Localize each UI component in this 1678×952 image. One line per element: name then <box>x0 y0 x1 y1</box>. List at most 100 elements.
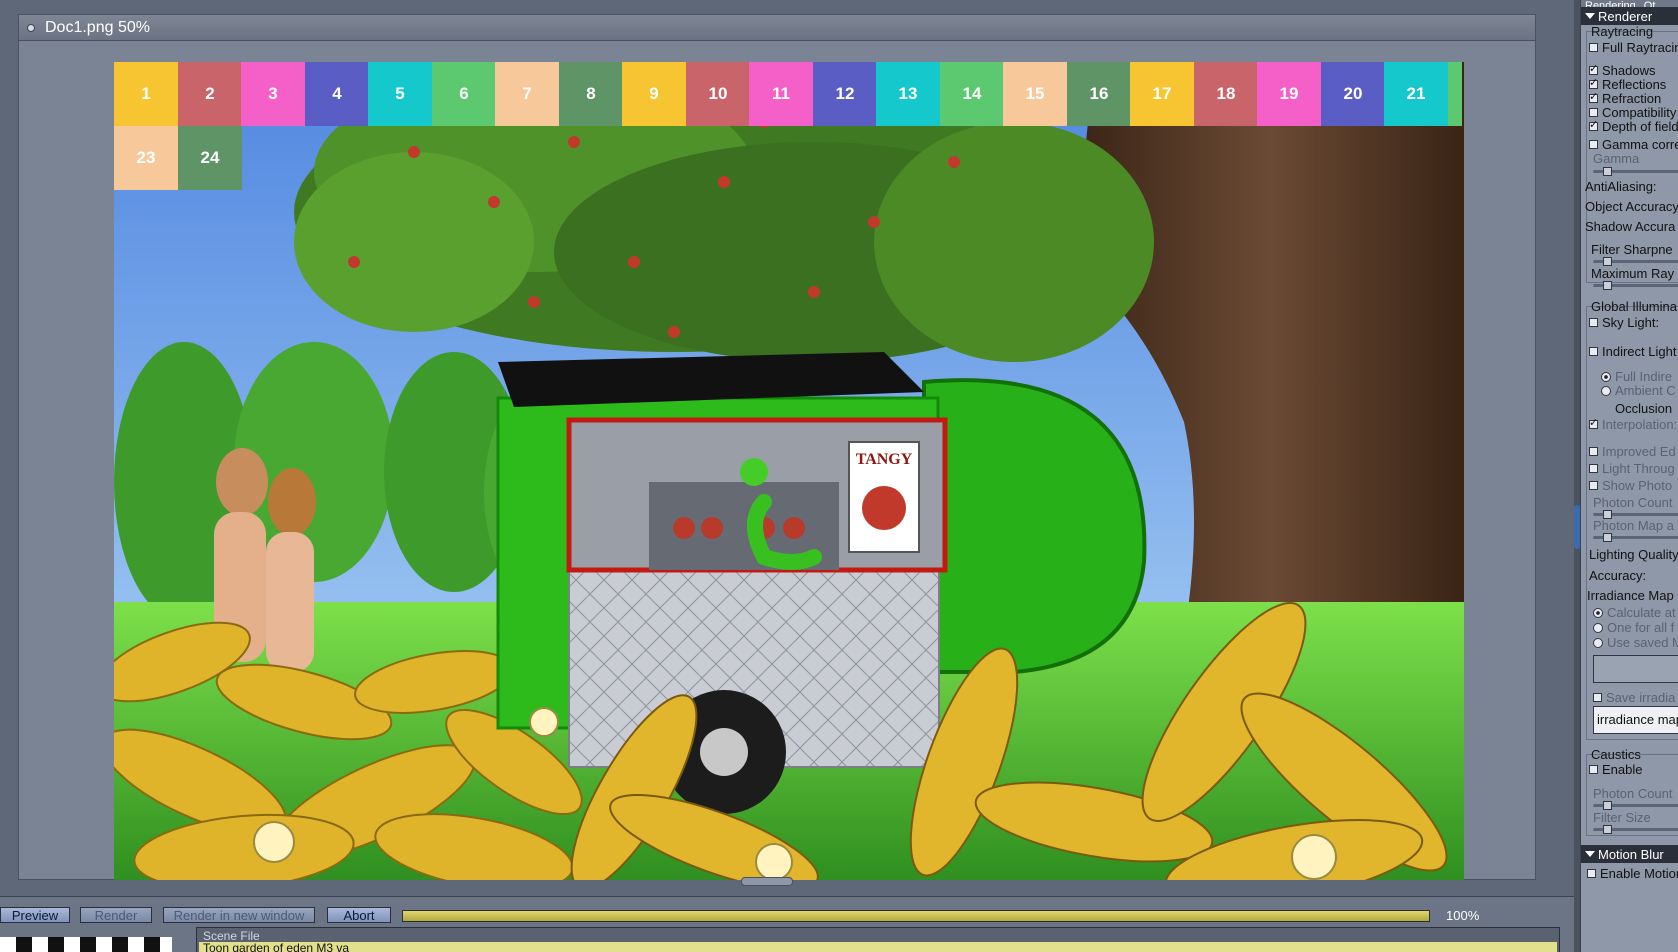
save-irradiance-checkbox[interactable]: Save irradia <box>1593 690 1675 705</box>
object-accuracy-label: Object Accuracy <box>1585 199 1678 214</box>
irradiance-map-field[interactable]: irradiance map <box>1593 706 1678 734</box>
grid-cell-label: 9 <box>649 84 659 103</box>
gamma-slider[interactable] <box>1593 167 1678 176</box>
irradiance-file-picker[interactable] <box>1593 655 1678 683</box>
canvas-scroll-handle[interactable] <box>741 877 793 886</box>
one-for-all-radio[interactable]: One for all f <box>1593 620 1674 635</box>
grid-cell-label: 11 <box>772 84 790 103</box>
grid-cell-label: 1 <box>141 84 151 103</box>
lighting-quality-label: Lighting Quality <box>1589 547 1678 562</box>
calculate-at-radio[interactable]: Calculate at <box>1593 605 1676 620</box>
grid-cell-label: 16 <box>1089 84 1109 103</box>
gamma-label: Gamma <box>1593 151 1640 166</box>
rendered-scene: TANGY <box>114 62 1464 880</box>
radio-selected-icon <box>1593 607 1603 618</box>
render-progress-fill <box>403 911 1429 921</box>
grid-cell-label: 10 <box>708 84 728 103</box>
grid-cell: 3 <box>241 62 305 126</box>
grid-cell: 10 <box>686 62 750 126</box>
depth-of-field-checkbox[interactable]: Depth of field <box>1589 118 1678 134</box>
grid-cell-label: 7 <box>522 84 532 103</box>
antialiasing-label: AntiAliasing: <box>1585 179 1657 194</box>
render-button[interactable]: Render <box>80 907 152 923</box>
checkbox-icon <box>1589 765 1598 774</box>
checkbox-icon <box>1589 318 1598 327</box>
sky-light-checkbox[interactable]: Sky Light: <box>1589 315 1659 330</box>
compatibility-checkbox[interactable]: Compatibility <box>1589 105 1676 120</box>
shadows-checkbox[interactable]: Shadows <box>1589 62 1655 78</box>
checkbox-checked-icon <box>1589 90 1598 103</box>
grid-cell-label: 8 <box>586 84 596 103</box>
photon-count-slider[interactable] <box>1593 510 1678 519</box>
grid-cell-label: 21 <box>1406 84 1426 103</box>
renderer-section-header[interactable]: Renderer <box>1581 7 1678 25</box>
ambient-occlusion-radio[interactable]: Ambient C <box>1601 383 1676 398</box>
show-photons-checkbox[interactable]: Show Photo <box>1589 478 1672 493</box>
refraction-checkbox[interactable]: Refraction <box>1589 90 1661 106</box>
document-titlebar[interactable]: Doc1.png 50% <box>19 15 1535 41</box>
grid-cell: 16 <box>1067 62 1131 126</box>
photon-map-slider[interactable] <box>1593 533 1678 542</box>
grid-cell: 2 <box>178 62 242 126</box>
render-canvas[interactable]: TANGY 12345678 9 10 11 12 13 14 15 16 17… <box>114 62 1464 880</box>
checkbox-icon <box>1589 43 1598 52</box>
scene-file-label: Scene File <box>203 929 260 943</box>
light-through-checkbox[interactable]: Light Throug <box>1589 461 1675 476</box>
photon-map-label: Photon Map a <box>1593 518 1674 533</box>
occlusion-label: Occlusion <box>1615 401 1673 416</box>
grid-cell: 11 <box>749 62 813 126</box>
grid-cell: 1 <box>114 62 178 126</box>
document-title: Doc1.png 50% <box>45 18 150 36</box>
maximum-ray-label: Maximum Ray <box>1591 266 1675 281</box>
gamma-correction-checkbox[interactable]: Gamma corre <box>1589 137 1678 152</box>
checkbox-icon <box>1587 869 1596 878</box>
render-progress-text: 100% <box>1446 908 1480 923</box>
improved-edges-checkbox[interactable]: Improved Ed <box>1589 444 1676 459</box>
full-indirect-radio[interactable]: Full Indire <box>1601 369 1672 384</box>
grid-cell-label: 6 <box>459 84 469 103</box>
maximum-ray-slider[interactable] <box>1593 281 1678 290</box>
raytracing-group-title: Raytracing <box>1591 24 1654 39</box>
grid-cell-label: 20 <box>1343 84 1363 103</box>
checkbox-icon <box>1593 693 1602 702</box>
shadow-accuracy-label: Shadow Accura <box>1585 219 1676 234</box>
renderer-header-label: Renderer <box>1598 8 1653 24</box>
document-window: Doc1.png 50% TANGY 1 2 3 4 5 6 7 8 9 10 … <box>18 14 1536 886</box>
close-icon[interactable] <box>27 23 35 32</box>
grid-cell: 20 <box>1321 62 1385 126</box>
grid-cell-label: 3 <box>268 84 278 103</box>
preview-button[interactable]: Preview <box>0 907 70 923</box>
caustics-filter-size-label: Filter Size <box>1593 810 1651 825</box>
filter-sharpness-label: Filter Sharpne <box>1591 242 1673 257</box>
reflections-checkbox[interactable]: Reflections <box>1589 76 1666 92</box>
filter-sharpness-slider[interactable] <box>1593 257 1678 266</box>
grid-cell: 8 <box>559 62 623 126</box>
global-illumination-title: Global Illumina <box>1591 299 1677 314</box>
checkbox-icon <box>1589 140 1598 149</box>
use-saved-radio[interactable]: Use saved M <box>1593 635 1678 650</box>
motion-blur-section-header[interactable]: Motion Blur <box>1581 845 1678 863</box>
render-toolbar: Preview Render Render in new window Abor… <box>0 896 1574 952</box>
scene-file-box: Scene File Toon garden of eden M3 va <box>196 927 1560 952</box>
indirect-light-checkbox[interactable]: Indirect Light <box>1589 344 1676 359</box>
checkbox-checked-icon <box>1589 416 1598 429</box>
grid-cell: 13 <box>876 62 940 126</box>
grid-cell: 9 <box>622 62 686 126</box>
checkbox-icon <box>1589 447 1598 456</box>
caustics-filter-size-slider[interactable] <box>1593 825 1678 834</box>
radio-icon <box>1593 622 1603 633</box>
scene-file-field[interactable]: Toon garden of eden M3 va <box>199 942 1557 952</box>
abort-button[interactable]: Abort <box>327 907 391 923</box>
grid-cell-label: 2 <box>205 84 215 103</box>
checkbox-checked-icon <box>1589 62 1598 75</box>
caustics-enable-checkbox[interactable]: Enable <box>1589 762 1642 777</box>
caustics-photon-count-slider[interactable] <box>1593 801 1678 810</box>
enable-motion-blur-checkbox[interactable]: Enable Motion <box>1587 866 1678 881</box>
interpolation-checkbox[interactable]: Interpolation: <box>1589 416 1677 432</box>
grid-cell: 23 <box>114 126 178 190</box>
render-in-new-window-button[interactable]: Render in new window <box>163 907 315 923</box>
photon-count-label: Photon Count <box>1593 495 1673 510</box>
radio-selected-icon <box>1601 371 1611 382</box>
full-raytracing-checkbox[interactable]: Full Raytracin <box>1589 40 1678 55</box>
grid-cell-label: 5 <box>395 84 405 103</box>
